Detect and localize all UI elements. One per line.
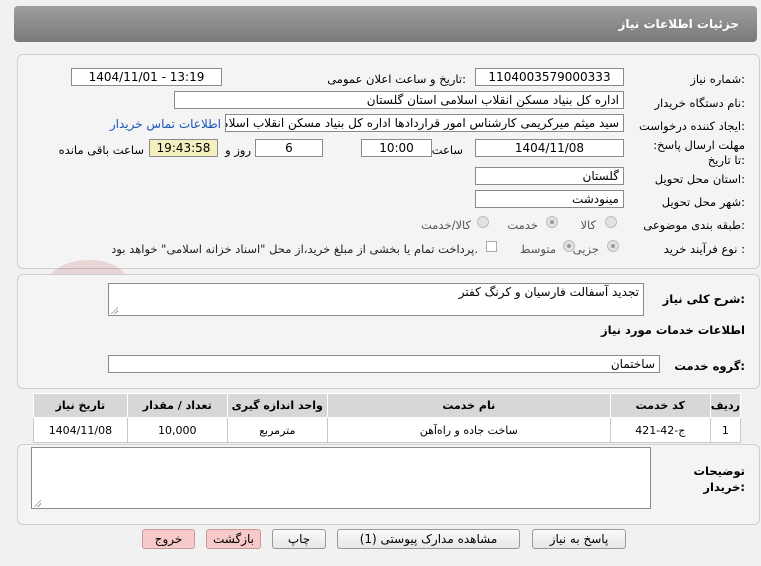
resize-grip-icon[interactable]	[33, 499, 41, 507]
cell-row-number: 1	[709, 417, 742, 443]
category-radio-goods[interactable]	[605, 216, 617, 228]
col-unit: واحد اندازه گیری	[226, 393, 328, 418]
cell-service-code: ج-42-421	[609, 417, 711, 443]
creator-label: ایجاد کننده درخواست:	[639, 119, 745, 133]
col-need-date: تاریخ نیاز	[33, 393, 128, 418]
need-number-field[interactable]: 1104003579000333	[475, 68, 624, 86]
services-table: ردیف کد خدمت نام خدمت واحد اندازه گیری ت…	[33, 393, 742, 443]
province-label: استان محل تحویل:	[654, 172, 745, 186]
city-field[interactable]: مینودشت	[475, 190, 624, 208]
description-field[interactable]: تجدید آسفالت فارسیان و کرنگ کفتر	[108, 283, 644, 316]
category-radio-goods-service[interactable]	[477, 216, 489, 228]
cell-unit: مترمربع	[226, 417, 328, 443]
process-option-minor: جزیی	[572, 242, 599, 256]
view-attachments-button[interactable]: مشاهده مدارک پیوستی (1)	[337, 529, 520, 549]
page-header: جزئیات اطلاعات نیاز	[14, 6, 757, 42]
process-type-label: نوع فرآیند خرید :	[663, 242, 745, 256]
page-title: جزئیات اطلاعات نیاز	[618, 17, 739, 31]
treasury-payment-checkbox[interactable]	[486, 241, 497, 252]
cell-service-name: ساخت جاده و راه‌آهن	[326, 417, 611, 443]
reply-to-need-button[interactable]: پاسخ به نیاز	[532, 529, 626, 549]
description-value: تجدید آسفالت فارسیان و کرنگ کفتر	[458, 285, 639, 299]
cell-need-date: 1404/11/08	[33, 417, 128, 443]
services-table-container: ردیف کد خدمت نام خدمت واحد اندازه گیری ت…	[33, 393, 742, 443]
services-section-title: اطلاعات خدمات مورد نیاز	[601, 323, 745, 337]
category-option-goods: کالا	[580, 218, 596, 232]
col-service-code: کد خدمت	[609, 393, 711, 418]
description-label: شرح کلی نیاز:	[662, 292, 745, 306]
exit-button[interactable]: خروج	[142, 529, 195, 549]
remaining-time-field: 19:43:58	[149, 139, 218, 157]
cell-quantity: 10,000	[126, 417, 228, 443]
deadline-time-label: ساعت	[431, 143, 463, 157]
buyer-notes-label: توضیحات خریدار:	[693, 464, 746, 494]
days-label: روز و	[225, 143, 251, 157]
treasury-payment-note: پرداخت تمام یا بخشی از مبلغ خرید،از محل …	[111, 242, 478, 256]
back-button[interactable]: بازگشت	[206, 529, 261, 549]
buyer-org-field[interactable]: اداره کل بنیاد مسکن انقلاب اسلامی استان …	[174, 91, 624, 109]
services-table-header: ردیف کد خدمت نام خدمت واحد اندازه گیری ت…	[33, 393, 742, 418]
col-row-number: ردیف	[709, 393, 742, 418]
buyer-contact-link[interactable]: اطلاعات تماس خریدار	[110, 117, 221, 131]
city-label: شهر محل تحویل:	[661, 195, 745, 209]
col-quantity: تعداد / مقدار	[126, 393, 228, 418]
table-row[interactable]: 1 ج-42-421 ساخت جاده و راه‌آهن مترمربع 1…	[33, 417, 742, 443]
remaining-time-label: ساعت باقی مانده	[58, 143, 144, 157]
category-radio-service[interactable]	[546, 216, 558, 228]
days-field[interactable]: 6	[255, 139, 323, 157]
service-group-field[interactable]: ساختمان	[108, 355, 660, 373]
need-number-label: شماره نیاز:	[690, 72, 745, 86]
resize-grip-icon[interactable]	[110, 306, 118, 314]
province-field[interactable]: گلستان	[475, 167, 624, 185]
announce-date-label: تاریخ و ساعت اعلان عمومی:	[327, 72, 466, 86]
category-label: طبقه بندی موضوعی:	[643, 218, 745, 232]
process-option-medium: متوسط	[519, 242, 556, 256]
buyer-notes-field[interactable]	[31, 447, 651, 509]
deadline-label: مهلت ارسال پاسخ: تا تاریخ:	[653, 138, 745, 167]
process-radio-minor[interactable]	[607, 240, 619, 252]
process-radio-medium[interactable]	[563, 240, 575, 252]
creator-field[interactable]: سید میثم میرکریمی کارشناس امور قراردادها…	[225, 114, 624, 132]
deadline-date-field[interactable]: 1404/11/08	[475, 139, 624, 157]
category-option-goods-service: کالا/خدمت	[420, 218, 471, 232]
category-option-service: خدمت	[507, 218, 538, 232]
col-service-name: نام خدمت	[326, 393, 611, 418]
deadline-time-field[interactable]: 10:00	[361, 139, 432, 157]
service-group-label: گروه خدمت:	[674, 359, 745, 373]
buyer-org-label: نام دستگاه خریدار:	[654, 96, 745, 110]
print-button[interactable]: چاپ	[272, 529, 326, 549]
announce-date-field[interactable]: 1404/11/01 - 13:19	[71, 68, 222, 86]
